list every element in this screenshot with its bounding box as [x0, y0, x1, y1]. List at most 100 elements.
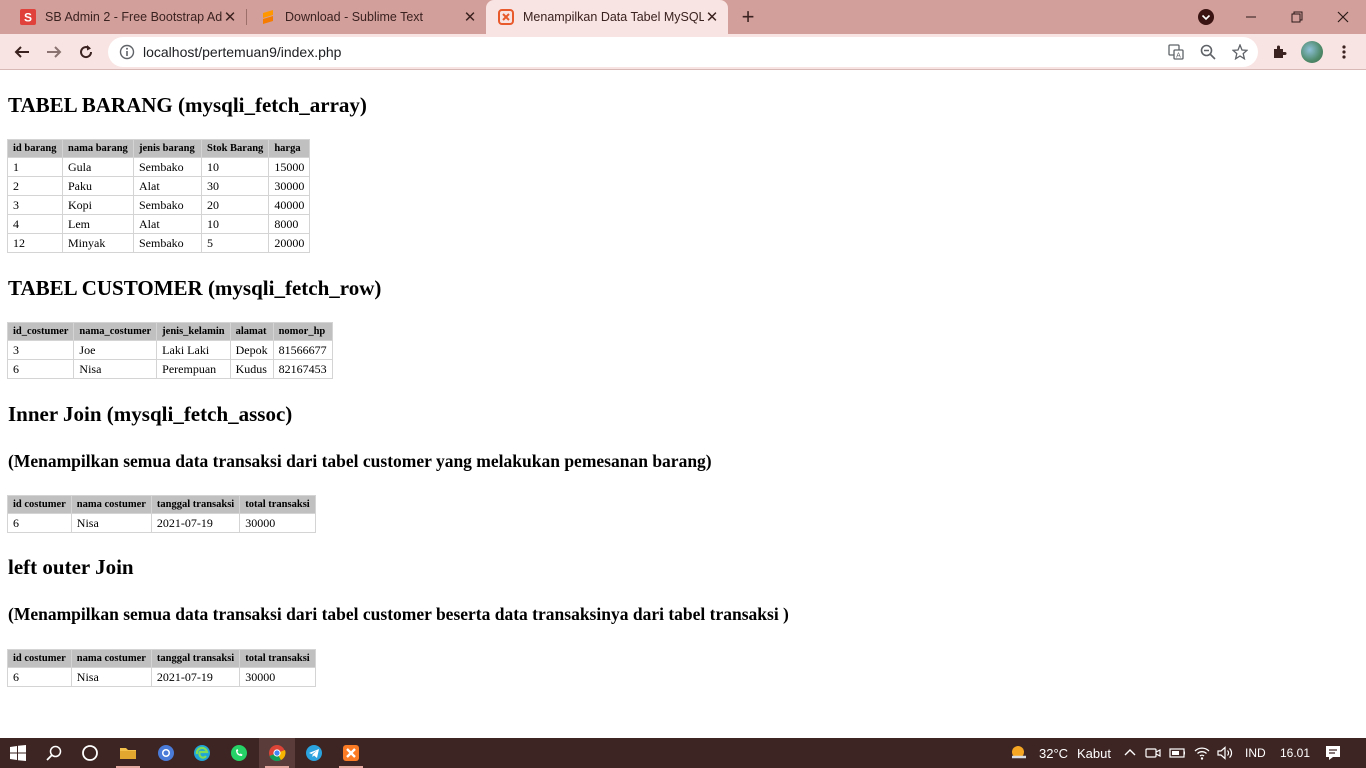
svg-text:A: A — [1176, 53, 1181, 60]
table-cell: 82167453 — [272, 359, 333, 379]
table-cell: 5 — [200, 233, 270, 253]
column-header: id_costumer — [6, 322, 75, 341]
table-cell: Nisa — [73, 359, 158, 379]
notifications-icon[interactable] — [1325, 745, 1341, 761]
menu-icon[interactable] — [1334, 42, 1354, 62]
table-cell: Perempuan — [156, 359, 231, 379]
table-cell: 30000 — [268, 176, 311, 196]
table-cell: 81566677 — [272, 340, 333, 360]
table-inner-join: id costumer nama costumer tanggal transa… — [7, 495, 316, 533]
tab-title: Menampilkan Data Tabel MySQL — [523, 10, 704, 24]
language-indicator[interactable]: IND — [1245, 738, 1266, 768]
table-row: 6 Nisa Perempuan Kudus 82167453 — [6, 359, 333, 379]
wifi-icon[interactable] — [1194, 745, 1210, 761]
extensions-icon[interactable] — [1269, 42, 1289, 62]
file-explorer-icon[interactable] — [110, 738, 146, 768]
table-cell: 40000 — [268, 195, 311, 215]
tab-search-icon[interactable] — [1198, 9, 1214, 25]
sublime-icon — [260, 9, 276, 25]
table-cell: 2 — [7, 176, 63, 196]
chrome-icon[interactable] — [259, 738, 295, 768]
bookmark-star-icon[interactable] — [1232, 44, 1248, 60]
new-tab-button[interactable]: + — [736, 4, 760, 29]
chevron-up-icon[interactable] — [1122, 745, 1138, 761]
table-cell: Minyak — [62, 233, 134, 253]
task-view-icon[interactable] — [72, 738, 108, 768]
weather-description[interactable]: Kabut — [1077, 738, 1111, 768]
table-cell: 1 — [7, 157, 63, 177]
table-cell: 3 — [6, 340, 75, 360]
browser-app-icon[interactable] — [148, 738, 184, 768]
table-row: 4 Lem Alat 10 8000 — [7, 214, 311, 234]
close-tab-icon[interactable]: ✕ — [222, 9, 238, 26]
close-tab-icon[interactable]: ✕ — [704, 9, 720, 26]
tab-title: SB Admin 2 - Free Bootstrap Admin — [45, 10, 222, 24]
table-cell: Nisa — [70, 667, 152, 687]
table-cell: 30 — [200, 176, 270, 196]
column-header: nama_costumer — [73, 322, 158, 341]
table-row: 6 Nisa 2021-07-19 30000 — [7, 667, 316, 687]
table-cell: Depok — [229, 340, 274, 360]
xampp-icon[interactable] — [333, 738, 369, 768]
section-subheading-left-outer-join: (Menampilkan semua data transaksi dari t… — [8, 604, 789, 624]
table-cell: 2021-07-19 — [150, 513, 241, 533]
battery-icon[interactable] — [1169, 745, 1185, 761]
column-header: nama costumer — [70, 649, 152, 668]
restore-button[interactable] — [1274, 0, 1320, 34]
meet-now-icon[interactable] — [1145, 745, 1161, 761]
forward-button[interactable] — [40, 38, 68, 66]
table-customer: id_costumer nama_costumer jenis_kelamin … — [6, 322, 333, 379]
address-bar[interactable]: localhost/pertemuan9/index.php A — [108, 37, 1258, 67]
table-cell: 20 — [200, 195, 270, 215]
column-header: total transaksi — [239, 649, 316, 668]
telegram-icon[interactable] — [296, 738, 332, 768]
section-heading-customer: TABEL CUSTOMER (mysqli_fetch_row) — [8, 276, 382, 300]
zoom-icon[interactable] — [1200, 44, 1216, 60]
section-heading-barang: TABEL BARANG (mysqli_fetch_array) — [8, 93, 367, 117]
weather-icon[interactable] — [1010, 745, 1026, 761]
minimize-button[interactable] — [1228, 0, 1274, 34]
tab-sublime[interactable]: Download - Sublime Text ✕ — [240, 0, 486, 34]
start-button[interactable] — [0, 738, 36, 768]
section-heading-inner-join: Inner Join (mysqli_fetch_assoc) — [8, 402, 293, 426]
column-header: harga — [268, 139, 311, 158]
back-button[interactable] — [8, 38, 36, 66]
table-cell: 30000 — [239, 513, 316, 533]
info-icon[interactable] — [119, 44, 135, 60]
edge-icon[interactable] — [184, 738, 220, 768]
table-barang: id barang nama barang jenis barang Stok … — [7, 139, 311, 253]
table-cell: Laki Laki — [156, 340, 231, 360]
column-header: id costumer — [7, 649, 72, 668]
reload-button[interactable] — [72, 38, 100, 66]
profile-avatar[interactable] — [1301, 41, 1323, 63]
search-icon[interactable] — [36, 738, 72, 768]
table-cell: 10 — [200, 214, 270, 234]
section-heading-left-outer-join: left outer Join — [8, 555, 134, 579]
table-cell: Kudus — [229, 359, 274, 379]
weather-temperature[interactable]: 32°C — [1039, 738, 1068, 768]
table-header-row: id barang nama barang jenis barang Stok … — [7, 139, 311, 158]
table-row: 6 Nisa 2021-07-19 30000 — [7, 513, 316, 533]
table-cell: Nisa — [70, 513, 152, 533]
table-cell: Sembako — [133, 233, 202, 253]
volume-icon[interactable] — [1217, 745, 1233, 761]
close-tab-icon[interactable]: ✕ — [462, 9, 478, 26]
table-cell: 4 — [7, 214, 63, 234]
tab-sb-admin[interactable]: S SB Admin 2 - Free Bootstrap Admin ✕ — [0, 0, 246, 34]
table-cell: Sembako — [133, 195, 202, 215]
table-header-row: id costumer nama costumer tanggal transa… — [7, 649, 316, 668]
table-row: 3 Kopi Sembako 20 40000 — [7, 195, 311, 215]
table-cell: Lem — [62, 214, 134, 234]
tab-menampilkan-data[interactable]: Menampilkan Data Tabel MySQL ✕ — [486, 0, 728, 34]
translate-icon[interactable]: A — [1168, 44, 1184, 60]
clock[interactable]: 16.01 — [1280, 738, 1310, 768]
svg-text:S: S — [24, 11, 32, 25]
table-cell: Sembako — [133, 157, 202, 177]
table-row: 1 Gula Sembako 10 15000 — [7, 157, 311, 177]
table-row: 3 Joe Laki Laki Depok 81566677 — [6, 340, 333, 360]
whatsapp-icon[interactable] — [221, 738, 257, 768]
close-window-button[interactable] — [1320, 0, 1366, 34]
browser-tabstrip: S SB Admin 2 - Free Bootstrap Admin ✕ Do… — [0, 0, 1366, 34]
xampp-icon — [498, 9, 514, 25]
column-header: total transaksi — [239, 495, 316, 514]
